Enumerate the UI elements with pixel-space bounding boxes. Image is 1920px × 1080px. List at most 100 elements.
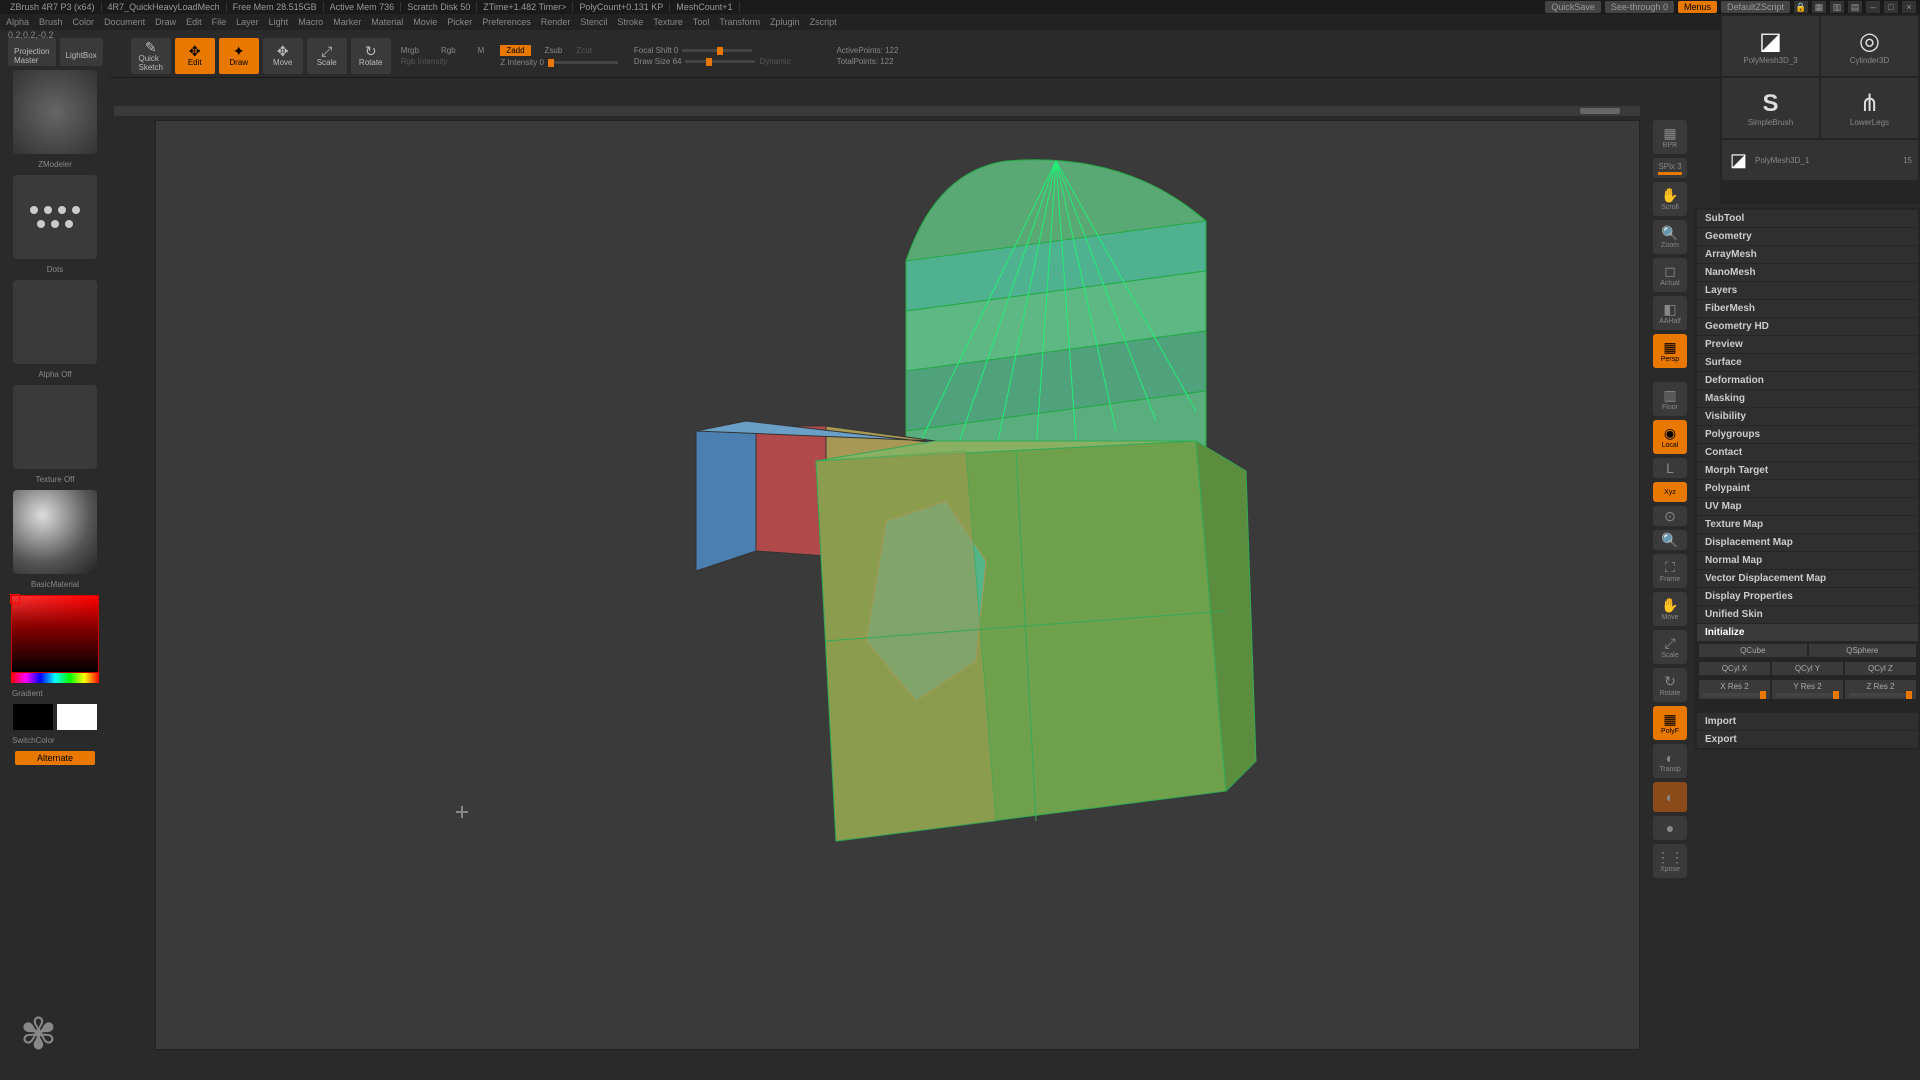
scale-view-button[interactable]: ⤢Scale [1653,630,1687,664]
close-button[interactable]: × [1902,1,1916,13]
mrgb-button[interactable]: Mrgb [401,46,419,55]
menu-material[interactable]: Material [371,17,403,27]
menu-stencil[interactable]: Stencil [580,17,607,27]
menu-texture[interactable]: Texture [653,17,683,27]
scale-mode-button[interactable]: ⤢Scale [307,38,347,74]
z-intensity-slider[interactable]: Z Intensity 0 [500,58,544,67]
color-picker[interactable] [11,595,99,683]
frame-button[interactable]: ⛶Frame [1653,554,1687,588]
viewport-canvas[interactable] [155,120,1640,1050]
xpose-button[interactable]: ⋮⋮Xpose [1653,844,1687,878]
menu-tool[interactable]: Tool [693,17,710,27]
window-3-icon[interactable]: ▥ [1830,1,1844,13]
zres-slider[interactable]: Z Res 2 [1845,680,1916,699]
zadd-button[interactable]: Zadd [500,45,530,56]
alternate-button[interactable]: Alternate [15,751,95,765]
m-button[interactable]: M [478,46,485,55]
yres-slider[interactable]: Y Res 2 [1772,680,1843,699]
preview-section[interactable]: Preview [1697,336,1918,353]
geometry-section[interactable]: Geometry [1697,228,1918,245]
bpr-button[interactable]: ▦BPR [1653,120,1687,154]
menu-zscript[interactable]: Zscript [810,17,837,27]
xyz-button[interactable]: Xyz [1653,482,1687,502]
draw-mode-button[interactable]: ✦Draw [219,38,259,74]
geometryhd-section[interactable]: Geometry HD [1697,318,1918,335]
ghost-button[interactable]: ◐ [1653,782,1687,812]
primary-color[interactable] [57,704,97,730]
material-tile[interactable] [13,490,97,574]
tool-polymesh3d-1[interactable]: ◪PolyMesh3D_115 [1722,140,1918,180]
hue-strip[interactable] [11,673,99,683]
rotate-view-button[interactable]: ↻Rotate [1653,668,1687,702]
maximize-button[interactable]: □ [1884,1,1898,13]
contact-section[interactable]: Contact [1697,444,1918,461]
unifiedskin-section[interactable]: Unified Skin [1697,606,1918,623]
rgb-button[interactable]: Rgb [441,46,456,55]
polyf-button[interactable]: ▦PolyF [1653,706,1687,740]
initialize-section[interactable]: Initialize [1697,624,1918,641]
transp-button[interactable]: ◐Transp [1653,744,1687,778]
move-view-button[interactable]: ✋Move [1653,592,1687,626]
polypaint-section[interactable]: Polypaint [1697,480,1918,497]
uvmap-section[interactable]: UV Map [1697,498,1918,515]
zcut-button[interactable]: Zcut [576,46,592,55]
tool-lowerlegs[interactable]: ⋔LowerLegs [1821,78,1918,138]
morphtarget-section[interactable]: Morph Target [1697,462,1918,479]
secondary-color[interactable] [13,704,53,730]
menu-render[interactable]: Render [541,17,571,27]
default-zscript[interactable]: DefaultZScript [1721,1,1790,13]
gradient-label[interactable]: Gradient [12,689,43,698]
masking-section[interactable]: Masking [1697,390,1918,407]
deformation-section[interactable]: Deformation [1697,372,1918,389]
dynamic-label[interactable]: Dynamic [759,57,790,66]
window-lock-icon[interactable]: 🔒 [1794,1,1808,13]
menu-movie[interactable]: Movie [413,17,437,27]
menu-edit[interactable]: Edit [186,17,202,27]
move-mode-button[interactable]: ✥Move [263,38,303,74]
zoom-extents-button[interactable]: 🔍 [1653,530,1687,550]
lock-button[interactable]: L [1653,458,1687,478]
menu-zplugin[interactable]: Zplugin [770,17,800,27]
actual-button[interactable]: ◻Actual [1653,258,1687,292]
zoom-button[interactable]: 🔍Zoom [1653,220,1687,254]
local-button[interactable]: ◉Local [1653,420,1687,454]
qcylx-button[interactable]: QCyl X [1699,662,1770,675]
fibermesh-section[interactable]: FiberMesh [1697,300,1918,317]
menu-stroke[interactable]: Stroke [617,17,643,27]
displacementmap-section[interactable]: Displacement Map [1697,534,1918,551]
menu-marker[interactable]: Marker [333,17,361,27]
zsub-button[interactable]: Zsub [545,46,563,55]
aahalf-button[interactable]: ◧AAHalf [1653,296,1687,330]
menu-file[interactable]: File [212,17,227,27]
menu-draw[interactable]: Draw [155,17,176,27]
polygroups-section[interactable]: Polygroups [1697,426,1918,443]
rotate-mode-button[interactable]: ↻Rotate [351,38,391,74]
center-button[interactable]: ⊙ [1653,506,1687,526]
brush-tile[interactable] [13,70,97,154]
quicksave-button[interactable]: QuickSave [1545,1,1601,13]
qsphere-button[interactable]: QSphere [1809,644,1917,657]
qcyly-button[interactable]: QCyl Y [1772,662,1843,675]
menu-document[interactable]: Document [104,17,145,27]
menu-preferences[interactable]: Preferences [482,17,531,27]
layers-section[interactable]: Layers [1697,282,1918,299]
subtool-section[interactable]: SubTool [1697,210,1918,227]
menu-picker[interactable]: Picker [447,17,472,27]
normalmap-section[interactable]: Normal Map [1697,552,1918,569]
solo-button[interactable]: ● [1653,816,1687,840]
document-grip[interactable] [114,106,1640,116]
visibility-section[interactable]: Visibility [1697,408,1918,425]
stroke-tile[interactable] [13,175,97,259]
xres-slider[interactable]: X Res 2 [1699,680,1770,699]
import-button[interactable]: Import [1697,713,1918,730]
texture-tile[interactable] [13,385,97,469]
menu-layer[interactable]: Layer [236,17,259,27]
nanomesh-section[interactable]: NanoMesh [1697,264,1918,281]
menu-transform[interactable]: Transform [719,17,760,27]
export-button[interactable]: Export [1697,731,1918,748]
arraymesh-section[interactable]: ArrayMesh [1697,246,1918,263]
menu-macro[interactable]: Macro [298,17,323,27]
qcylz-button[interactable]: QCyl Z [1845,662,1916,675]
menu-alpha[interactable]: Alpha [6,17,29,27]
focal-shift-slider[interactable]: Focal Shift 0 [634,46,678,55]
